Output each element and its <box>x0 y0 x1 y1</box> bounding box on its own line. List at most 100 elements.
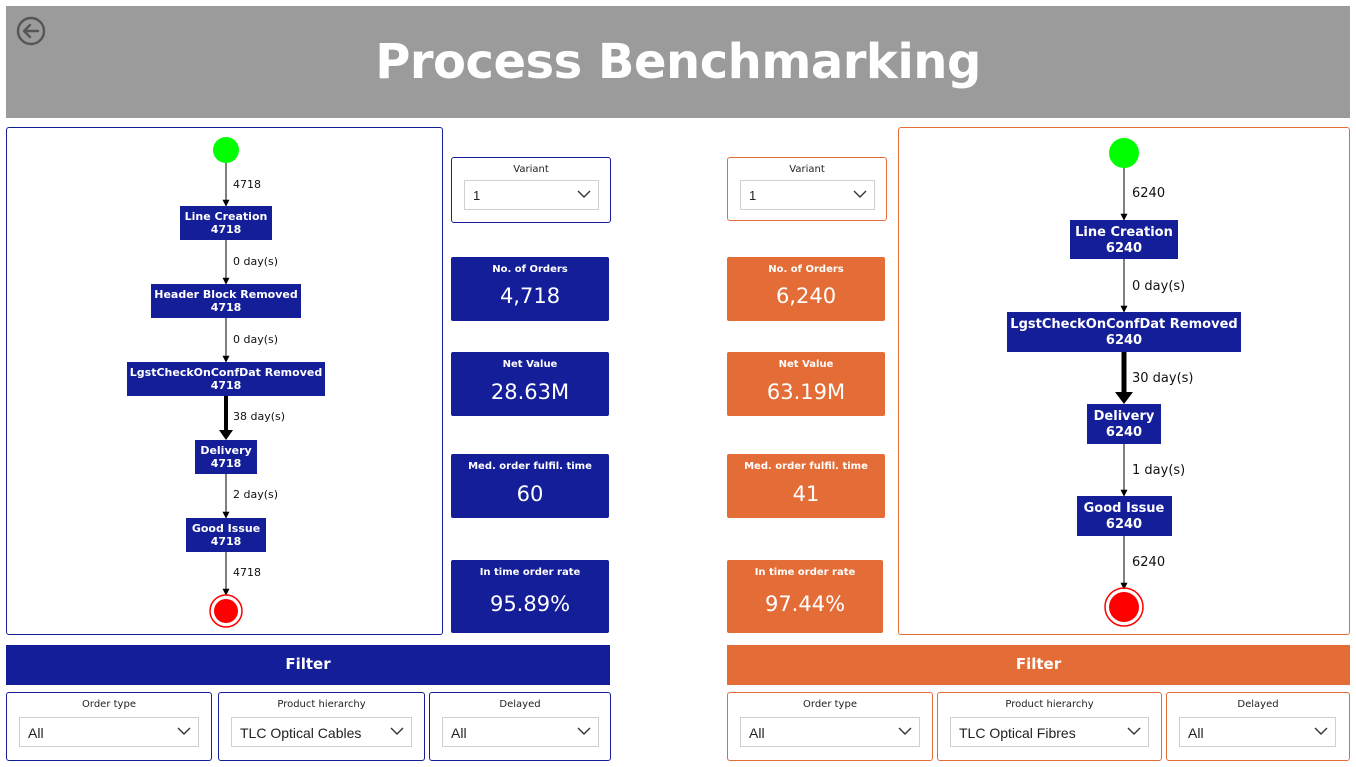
kpi-card-orders: No. of Orders 4,718 <box>451 257 609 321</box>
order-type-dropdown[interactable]: All <box>740 717 920 747</box>
chevron-down-icon <box>177 727 191 735</box>
kpi-title: Net Value <box>502 359 558 370</box>
kpi-value: 60 <box>516 482 544 506</box>
left-delayed-slicer: Delayed All <box>429 692 611 761</box>
dropdown-value: All <box>451 725 467 741</box>
node-name: LgstCheckOnConfDat Removed <box>1010 317 1237 332</box>
kpi-title: In time order rate <box>479 567 581 578</box>
dropdown-value: All <box>749 725 765 741</box>
edge-arrowhead <box>219 430 233 440</box>
node-name: Line Creation <box>1075 225 1173 240</box>
node-name: Header Block Removed <box>154 288 298 301</box>
left-variant-slicer: Variant 1 <box>451 157 611 223</box>
slicer-label: Order type <box>82 699 136 710</box>
slicer-label: Delayed <box>1237 699 1279 710</box>
kpi-value: 97.44% <box>764 592 846 616</box>
right-filter-header: Filter <box>727 645 1350 685</box>
slicer-label: Product hierarchy <box>1005 699 1094 710</box>
start-node <box>213 137 239 163</box>
product-hierarchy-dropdown[interactable]: TLC Optical Fibres <box>950 717 1149 747</box>
slicer-label: Delayed <box>499 699 541 710</box>
activity-node[interactable]: Good Issue 4718 <box>186 518 266 552</box>
node-count: 4718 <box>211 535 242 548</box>
edge-label: 0 day(s) <box>233 333 278 346</box>
end-node <box>1104 587 1144 627</box>
page-title: Process Benchmarking <box>375 34 981 90</box>
node-name: Line Creation <box>185 210 268 223</box>
right-variant-slicer: Variant 1 <box>727 157 887 221</box>
start-node <box>1109 138 1139 168</box>
edge-label: 38 day(s) <box>233 410 285 423</box>
edge-label: 6240 <box>1132 186 1165 201</box>
right-order-type-slicer: Order type All <box>727 692 933 761</box>
chevron-down-icon <box>1127 727 1141 735</box>
order-type-dropdown[interactable]: All <box>19 717 199 747</box>
activity-node[interactable]: Delivery 6240 <box>1087 404 1161 444</box>
edge-arrowhead <box>1115 392 1133 404</box>
activity-node[interactable]: Delivery 4718 <box>195 440 257 474</box>
chevron-down-icon <box>577 727 591 735</box>
edge-label: 2 day(s) <box>233 488 278 501</box>
dropdown-value: All <box>1188 725 1204 741</box>
right-delayed-slicer: Delayed All <box>1166 692 1350 761</box>
delayed-dropdown[interactable]: All <box>1179 717 1336 747</box>
node-name: Good Issue <box>1084 501 1165 516</box>
chevron-down-icon <box>898 727 912 735</box>
edge-label: 4718 <box>233 178 261 191</box>
dropdown-value: 1 <box>749 188 757 203</box>
node-count: 6240 <box>1106 241 1142 256</box>
node-name: Good Issue <box>192 522 260 535</box>
variant-dropdown[interactable]: 1 <box>740 180 875 210</box>
chevron-down-icon <box>1314 727 1328 735</box>
activity-node[interactable]: Good Issue 6240 <box>1077 496 1172 536</box>
end-node <box>209 594 243 628</box>
edge-label: 30 day(s) <box>1132 371 1194 386</box>
node-count: 4718 <box>211 379 242 392</box>
left-product-hierarchy-slicer: Product hierarchy TLC Optical Cables <box>218 692 425 761</box>
node-count: 6240 <box>1106 333 1142 348</box>
kpi-card-in-time-rate: In time order rate 97.44% <box>727 560 883 633</box>
kpi-title: In time order rate <box>754 567 856 578</box>
edge-label: 4718 <box>233 566 261 579</box>
node-name: Delivery <box>1094 409 1155 424</box>
node-name: LgstCheckOnConfDat Removed <box>130 366 322 379</box>
node-count: 6240 <box>1106 425 1142 440</box>
kpi-card-fulfil-time: Med. order fulfil. time 41 <box>727 454 885 518</box>
activity-node[interactable]: Line Creation 4718 <box>180 206 272 240</box>
kpi-card-orders: No. of Orders 6,240 <box>727 257 885 321</box>
kpi-title: No. of Orders <box>492 264 568 275</box>
node-name: Delivery <box>200 444 251 457</box>
kpi-title: Med. order fulfil. time <box>468 461 592 472</box>
right-process-map: 6240 Line Creation 6240 0 day(s) LgstChe… <box>898 127 1350 635</box>
node-count: 4718 <box>211 457 242 470</box>
left-filter-header: Filter <box>6 645 610 685</box>
kpi-card-net-value: Net Value 28.63M <box>451 352 609 416</box>
edge-label: 0 day(s) <box>233 255 278 268</box>
dropdown-value: 1 <box>473 188 481 203</box>
product-hierarchy-dropdown[interactable]: TLC Optical Cables <box>231 717 412 747</box>
kpi-title: Med. order fulfil. time <box>744 461 868 472</box>
dropdown-value: All <box>28 725 44 741</box>
kpi-value: 63.19M <box>766 380 846 404</box>
node-count: 4718 <box>211 301 242 314</box>
right-product-hierarchy-slicer: Product hierarchy TLC Optical Fibres <box>937 692 1162 761</box>
kpi-value: 6,240 <box>775 284 837 308</box>
kpi-value: 28.63M <box>490 380 570 404</box>
activity-node[interactable]: Header Block Removed 4718 <box>151 284 301 318</box>
left-order-type-slicer: Order type All <box>6 692 212 761</box>
node-count: 4718 <box>211 223 242 236</box>
activity-node[interactable]: LgstCheckOnConfDat Removed 6240 <box>1007 312 1241 352</box>
delayed-dropdown[interactable]: All <box>442 717 599 747</box>
header-bar: Process Benchmarking <box>6 6 1350 118</box>
activity-node[interactable]: Line Creation 6240 <box>1070 220 1178 259</box>
variant-dropdown[interactable]: 1 <box>464 180 599 210</box>
slicer-label: Variant <box>789 164 825 175</box>
node-count: 6240 <box>1106 517 1142 532</box>
chevron-down-icon <box>577 190 591 198</box>
slicer-label: Order type <box>803 699 857 710</box>
edge-label: 6240 <box>1132 555 1165 570</box>
edge-label: 0 day(s) <box>1132 279 1185 294</box>
kpi-card-in-time-rate: In time order rate 95.89% <box>451 560 609 633</box>
kpi-card-net-value: Net Value 63.19M <box>727 352 885 416</box>
activity-node[interactable]: LgstCheckOnConfDat Removed 4718 <box>127 362 325 396</box>
